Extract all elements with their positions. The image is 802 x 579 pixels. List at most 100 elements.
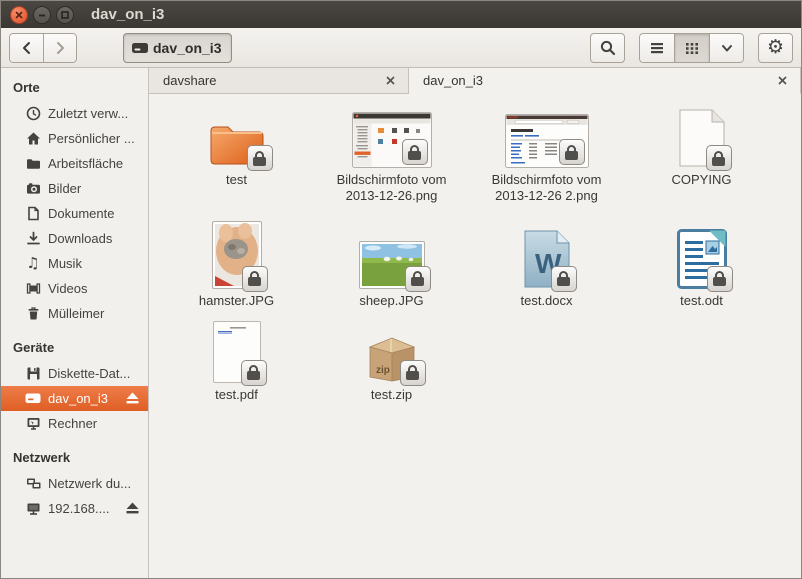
sidebar-item-dav-on-i3[interactable]: dav_on_i3 xyxy=(1,386,148,411)
sidebar-item-downloads[interactable]: Downloads xyxy=(1,226,148,251)
film-icon xyxy=(25,281,41,297)
grid-view-icon xyxy=(684,40,700,56)
sidebar-item-musik[interactable]: ♫ Musik xyxy=(1,251,148,276)
search-button[interactable] xyxy=(590,33,625,63)
file-copying[interactable]: COPYING xyxy=(624,104,779,205)
grid-row: hamster.JPG xyxy=(159,219,801,309)
main-area: Orte Zuletzt verw... Persönlicher ... Ar… xyxy=(1,68,801,578)
sidebar-item-label: Persönlicher ... xyxy=(48,131,135,146)
tab-dav-on-i3[interactable]: dav_on_i3 xyxy=(409,68,801,94)
lock-emblem xyxy=(241,360,267,386)
file-name: test.odt xyxy=(680,293,723,309)
content-column: davshare dav_on_i3 xyxy=(149,68,801,578)
gear-icon: ⚙ xyxy=(767,38,784,57)
lock-emblem xyxy=(551,266,577,292)
lock-emblem xyxy=(242,266,268,292)
file-sheep-jpg[interactable]: sheep.JPG xyxy=(314,219,469,309)
toolbar: dav_on_i3 ⚙ xyxy=(1,28,801,68)
harddisk-icon xyxy=(131,41,149,55)
back-button[interactable] xyxy=(9,33,43,63)
lock-emblem xyxy=(402,139,428,165)
eject-button[interactable] xyxy=(125,501,140,518)
chevron-right-icon xyxy=(51,39,69,57)
forward-button[interactable] xyxy=(43,33,77,63)
sidebar-item-label: Downloads xyxy=(48,231,112,246)
svg-text:zip: zip xyxy=(376,365,390,376)
file-bildschirmfoto-1[interactable]: Bildschirmfoto vom 2013-12-26.png xyxy=(314,104,469,205)
eject-button[interactable] xyxy=(125,391,140,408)
sidebar-item-netzwerk-durchsuchen[interactable]: Netzwerk du... xyxy=(1,471,148,496)
maximize-button[interactable] xyxy=(56,6,74,24)
sidebar-item-muelleimer[interactable]: Mülleimer xyxy=(1,301,148,326)
sidebar-item-label: Zuletzt verw... xyxy=(48,106,128,121)
file-name: test.docx xyxy=(520,293,572,309)
camera-icon xyxy=(25,181,41,197)
file-manager-window: dav_on_i3 dav_on_i3 xyxy=(0,0,802,579)
sidebar-item-label: Dokumente xyxy=(48,206,114,221)
lock-emblem xyxy=(559,139,585,165)
sidebar-item-zuletzt-verwendet[interactable]: Zuletzt verw... xyxy=(1,101,148,126)
sidebar-section-netzwerk: Netzwerk Netzwerk du... 192.168.... xyxy=(1,444,148,521)
zip-archive-icon: zip xyxy=(364,333,420,383)
minimize-button[interactable] xyxy=(33,6,51,24)
sidebar-item-bilder[interactable]: Bilder xyxy=(1,176,148,201)
file-test-folder[interactable]: test xyxy=(159,104,314,205)
toolbar-right: ⚙ xyxy=(590,33,793,63)
sidebar-item-videos[interactable]: Videos xyxy=(1,276,148,301)
sidebar-item-dokumente[interactable]: Dokumente xyxy=(1,201,148,226)
sidebar-item-arbeitsflaeche[interactable]: Arbeitsfläche xyxy=(1,151,148,176)
file-test-odt[interactable]: test.odt xyxy=(624,219,779,309)
screenshot-thumbnail xyxy=(505,114,589,168)
music-notes-icon: ♫ xyxy=(25,256,41,272)
nav-button-group xyxy=(9,33,77,63)
sidebar-item-diskette[interactable]: Diskette-Dat... xyxy=(1,361,148,386)
file-name: hamster.JPG xyxy=(199,293,274,309)
file-name: test.zip xyxy=(371,387,412,403)
file-name: Bildschirmfoto vom 2013-12-26.png xyxy=(328,172,456,205)
sidebar-item-label: Diskette-Dat... xyxy=(48,366,130,381)
network-workgroup-icon xyxy=(25,476,41,492)
file-test-docx[interactable]: W test.docx xyxy=(469,219,624,309)
places-sidebar: Orte Zuletzt verw... Persönlicher ... Ar… xyxy=(1,68,149,578)
tab-close-button[interactable] xyxy=(382,73,398,89)
document-icon xyxy=(25,206,41,222)
file-test-pdf[interactable]: test.pdf xyxy=(159,321,314,403)
grid-view-button[interactable] xyxy=(674,33,709,63)
tab-davshare[interactable]: davshare xyxy=(149,68,409,93)
window-title: dav_on_i3 xyxy=(91,6,164,23)
tab-close-button[interactable] xyxy=(774,73,790,89)
list-view-icon xyxy=(649,40,665,56)
folder-icon xyxy=(25,156,41,172)
chevron-left-icon xyxy=(18,39,36,57)
computer-icon xyxy=(25,416,41,432)
list-view-button[interactable] xyxy=(639,33,674,63)
sidebar-item-rechner[interactable]: Rechner xyxy=(1,411,148,436)
sidebar-section-orte: Orte Zuletzt verw... Persönlicher ... Ar… xyxy=(1,74,148,326)
trash-icon xyxy=(25,306,41,322)
file-test-zip[interactable]: zip test.zip xyxy=(314,321,469,403)
file-hamster-jpg[interactable]: hamster.JPG xyxy=(159,219,314,309)
sidebar-item-192-168[interactable]: 192.168.... xyxy=(1,496,148,521)
section-header-geraete: Geräte xyxy=(1,334,148,361)
eject-icon xyxy=(125,501,140,515)
sidebar-section-geraete: Geräte Diskette-Dat... dav_on_i3 Rechner xyxy=(1,334,148,436)
file-name: Bildschirmfoto vom 2013-12-26 2.png xyxy=(483,172,611,205)
gear-menu-button[interactable]: ⚙ xyxy=(758,33,793,63)
grid-row: test xyxy=(159,104,801,205)
home-icon xyxy=(25,131,41,147)
section-header-netzwerk: Netzwerk xyxy=(1,444,148,471)
file-bildschirmfoto-2[interactable]: Bildschirmfoto vom 2013-12-26 2.png xyxy=(469,104,624,205)
download-arrow-icon xyxy=(25,231,41,247)
path-button[interactable]: dav_on_i3 xyxy=(123,33,232,63)
file-name: COPYING xyxy=(672,172,732,188)
sidebar-item-persoenlicher-ordner[interactable]: Persönlicher ... xyxy=(1,126,148,151)
path-button-label: dav_on_i3 xyxy=(153,40,221,56)
sidebar-item-label: Arbeitsfläche xyxy=(48,156,123,171)
close-icon xyxy=(386,76,395,85)
close-button[interactable] xyxy=(10,6,28,24)
view-options-dropdown[interactable] xyxy=(709,33,744,63)
odt-document-icon xyxy=(677,229,727,289)
sidebar-item-label: Videos xyxy=(48,281,88,296)
tab-bar: davshare dav_on_i3 xyxy=(149,68,801,94)
minimize-icon xyxy=(37,10,47,20)
